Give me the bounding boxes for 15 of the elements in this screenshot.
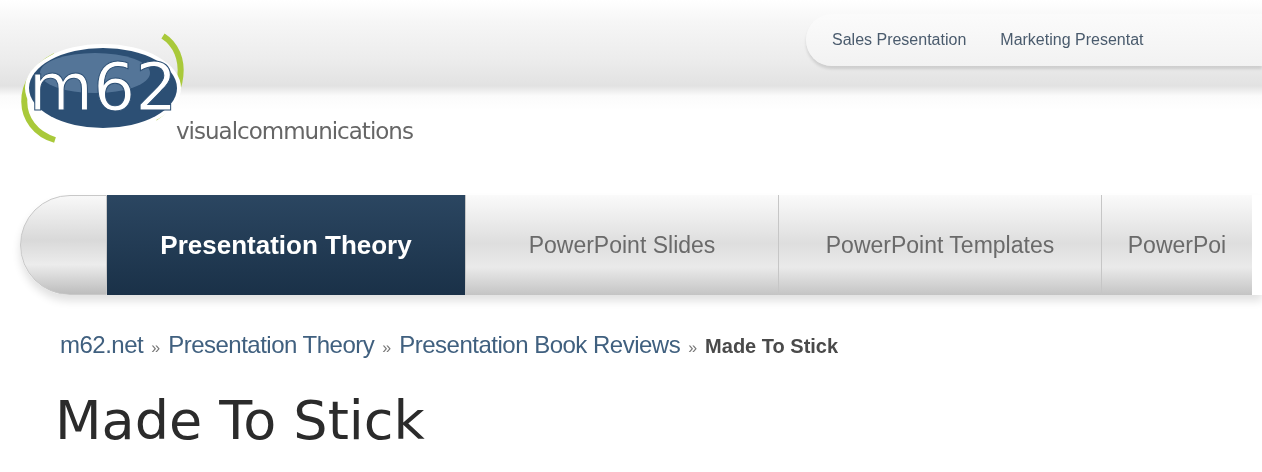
top-link[interactable]: Marketing Presentat bbox=[1000, 31, 1144, 49]
breadcrumb-separator: » bbox=[151, 339, 161, 357]
nav-tab[interactable]: PowerPoint Slides bbox=[465, 195, 778, 295]
breadcrumb-current: Made To Stick bbox=[705, 335, 839, 358]
breadcrumb-link[interactable]: Presentation Theory bbox=[168, 331, 375, 359]
logo-tagline: visualcommunications bbox=[176, 118, 413, 144]
breadcrumb-link[interactable]: Presentation Book Reviews bbox=[399, 331, 681, 359]
nav-tab[interactable]: PowerPoint Templates bbox=[778, 195, 1101, 295]
breadcrumb-separator: » bbox=[688, 339, 698, 357]
nav-tab[interactable]: Presentation Theory bbox=[107, 195, 465, 295]
top-link[interactable]: Sales Presentation bbox=[832, 31, 967, 49]
page-title: Made To Stick bbox=[55, 389, 426, 452]
nav-tab[interactable]: PowerPoi bbox=[1101, 195, 1252, 295]
breadcrumb-separator: » bbox=[382, 339, 392, 357]
breadcrumb-link[interactable]: m62.net bbox=[60, 331, 144, 359]
